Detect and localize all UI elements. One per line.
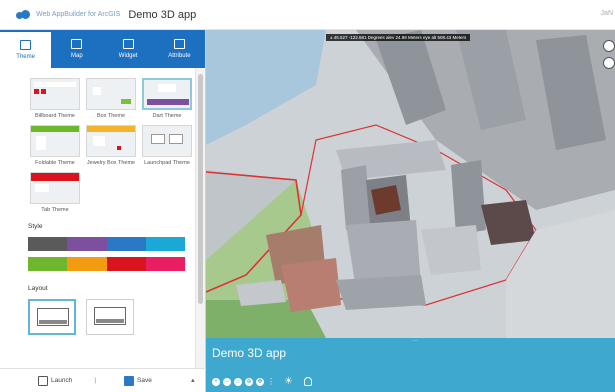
tab-label: Map: [71, 53, 83, 59]
theme-name: Billboard Theme: [35, 113, 75, 119]
top-bar: Web AppBuilder for ArcGIS Demo 3D app Ja…: [0, 0, 615, 30]
theme-thumbnail: [142, 78, 192, 110]
layout-title: Layout: [28, 285, 48, 292]
launch-icon: [38, 375, 48, 386]
theme-tab[interactable]: Tab Theme: [29, 172, 81, 213]
map-toolbar: + − ⌂ ⊕ ✥ ⋮ ☀: [212, 376, 312, 387]
zoom-in-button[interactable]: [603, 40, 615, 52]
launch-label: Launch: [51, 377, 73, 384]
theme-thumbnail: [142, 125, 192, 157]
layout-option-1[interactable]: [28, 299, 76, 335]
panel-tabs: Theme Map Widget Attribute: [0, 30, 205, 68]
style-swatch-row[interactable]: [28, 257, 185, 271]
building: [341, 165, 371, 230]
theme-name: Box Theme: [96, 113, 126, 119]
tab-map[interactable]: Map: [51, 30, 102, 68]
color-swatch[interactable]: [106, 237, 146, 251]
theme-list: Billboard Theme Box Theme Dart Theme Fol…: [0, 68, 196, 213]
building: [451, 160, 486, 235]
zoom-out-icon[interactable]: −: [223, 377, 231, 386]
builder-panel: Theme Map Widget Attribute Billboard The…: [0, 30, 206, 392]
building: [336, 275, 426, 310]
color-swatch[interactable]: [145, 237, 185, 251]
building: [371, 185, 401, 215]
layout-preview: [37, 308, 69, 326]
map-app-title: Demo 3D app: [212, 346, 287, 360]
brand-label: Web AppBuilder for ArcGIS: [36, 11, 121, 18]
arcgis-logo-icon: [16, 10, 30, 19]
more-icon[interactable]: ⋮: [267, 377, 275, 386]
color-swatch[interactable]: [106, 257, 146, 271]
layout-preview: [94, 307, 126, 325]
theme-box[interactable]: Box Theme: [85, 78, 137, 119]
building: [421, 225, 481, 275]
theme-billboard[interactable]: Billboard Theme: [29, 78, 81, 119]
theme-name: Launchpad Theme: [144, 160, 190, 166]
theme-thumbnail: [86, 125, 136, 157]
theme-thumbnail: [30, 172, 80, 204]
theme-name: Jewelry Box Theme: [86, 160, 136, 166]
scene-view[interactable]: ± 45.527 -122.681 Degrees alev 24.98 Met…: [206, 30, 615, 392]
style-title: Style: [28, 223, 43, 230]
theme-launchpad[interactable]: Launchpad Theme: [141, 125, 193, 166]
theme-settings-scroll: Billboard Theme Box Theme Dart Theme Fol…: [0, 68, 196, 368]
tab-theme[interactable]: Theme: [0, 30, 52, 68]
panel-footer: Launch | Save ▲: [0, 368, 206, 392]
app-title[interactable]: Demo 3D app: [128, 9, 196, 21]
footer-divider: |: [94, 377, 97, 384]
theme-thumbnail: [86, 78, 136, 110]
layout-options: [28, 299, 196, 335]
style-swatch-row[interactable]: [28, 237, 185, 251]
compass-button[interactable]: [603, 57, 615, 69]
theme-jewelry-box[interactable]: Jewelry Box Theme: [85, 125, 137, 166]
daylight-icon[interactable]: ☀: [284, 376, 293, 387]
theme-icon: [20, 40, 32, 50]
color-swatch[interactable]: [67, 237, 107, 251]
save-button[interactable]: Save: [124, 375, 152, 386]
style-section: Style Layout: [0, 223, 196, 335]
theme-name: Foldable Theme: [35, 160, 75, 166]
save-icon: [124, 375, 135, 386]
color-swatch[interactable]: [28, 237, 68, 251]
save-label: Save: [137, 377, 152, 384]
theme-thumbnail: [30, 78, 80, 110]
theme-dart[interactable]: Dart Theme: [141, 78, 193, 119]
theme-foldable[interactable]: Foldable Theme: [29, 125, 81, 166]
collapse-chevron-icon[interactable]: ▲: [190, 378, 196, 384]
color-swatch[interactable]: [145, 257, 185, 271]
lightbulb-icon[interactable]: [303, 377, 312, 386]
coordinate-readout: ± 45.527 -122.681 Degrees alev 24.98 Met…: [326, 34, 471, 41]
tab-attribute[interactable]: Attribute: [154, 30, 205, 68]
pan-icon[interactable]: ✥: [256, 377, 264, 386]
tab-widget[interactable]: Widget: [103, 30, 154, 68]
tab-label: Theme: [16, 54, 35, 60]
scrollbar-thumb[interactable]: [198, 74, 203, 304]
zoom-in-icon[interactable]: +: [212, 377, 220, 386]
user-name[interactable]: JaN: [601, 10, 613, 17]
theme-name: Dart Theme: [152, 113, 182, 119]
theme-thumbnail: [30, 125, 80, 157]
tab-label: Widget: [118, 53, 138, 59]
layout-option-2[interactable]: [86, 299, 134, 335]
color-swatch[interactable]: [67, 257, 107, 271]
map-icon: [71, 39, 83, 49]
launch-button[interactable]: Launch: [38, 375, 73, 386]
building: [281, 258, 341, 312]
home-icon[interactable]: ⌂: [234, 377, 242, 386]
navigate-icon[interactable]: ⊕: [245, 377, 253, 386]
color-swatch[interactable]: [28, 257, 68, 271]
widget-icon: [122, 39, 134, 49]
attribute-icon: [173, 39, 185, 49]
drag-handle-icon[interactable]: ···: [412, 338, 418, 344]
panel-scrollbar[interactable]: [195, 68, 205, 368]
city-3d-scene[interactable]: [206, 30, 615, 338]
theme-name: Tab Theme: [41, 207, 69, 213]
app-header-bar: ··· Demo 3D app + − ⌂ ⊕ ✥ ⋮ ☀: [206, 338, 615, 392]
tab-label: Attribute: [168, 53, 191, 59]
